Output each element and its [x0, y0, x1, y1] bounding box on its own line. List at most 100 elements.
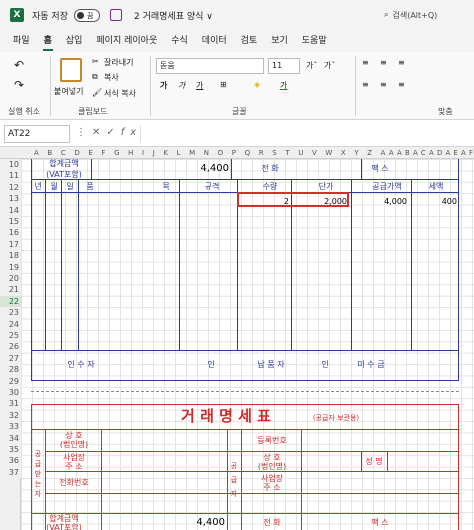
cut-icon[interactable]: ✂ — [92, 57, 99, 66]
row-headers[interactable]: 10 11 12 13 14 15 16 17 18 19 20 21 22 23 24 25 26 27 28 29… — [0, 159, 21, 530]
group-clipboard-label: 클립보드 — [78, 107, 108, 116]
group-undo-label: 실행 취소 — [8, 107, 40, 116]
document-title[interactable]: 2 거래명세표 양식 ∨ — [134, 9, 213, 22]
row-header[interactable]: 31 — [0, 398, 21, 410]
format-painter-button[interactable]: 서식 복사 — [104, 88, 136, 99]
tab-review[interactable]: 검토 — [234, 30, 265, 52]
row-header[interactable]: 33 — [0, 421, 21, 433]
tab-data[interactable]: 데이터 — [195, 30, 234, 52]
row-header[interactable]: 32 — [0, 409, 21, 422]
row-header[interactable]: 37 — [0, 466, 21, 479]
item-tax: 400 — [441, 197, 457, 206]
autosave-toggle[interactable]: 끔 — [73, 8, 100, 22]
cut-button[interactable]: 잘라내기 — [104, 57, 133, 68]
row-header[interactable]: 34 — [0, 432, 21, 444]
header-day: 일 — [66, 182, 74, 191]
row-header[interactable]: 21 — [0, 284, 21, 296]
row-header[interactable]: 14 — [0, 204, 21, 216]
row-header[interactable]: 26 — [0, 341, 21, 353]
row-header[interactable]: 35 — [0, 444, 21, 456]
total-value: 4,400 — [200, 163, 229, 174]
row-header[interactable]: 27 — [0, 352, 21, 365]
header-supply: 공급가액 — [372, 182, 402, 191]
row-header[interactable]: 20 — [0, 273, 21, 285]
italic-button[interactable]: 가 — [178, 80, 185, 91]
row-header[interactable]: 15 — [0, 216, 21, 228]
formula-buttons[interactable]: ⋮✕✓fx — [76, 127, 142, 138]
underline-button[interactable]: 가 — [196, 80, 203, 91]
align-bottom-icon[interactable]: ≡ — [398, 58, 405, 67]
row-header[interactable]: 36 — [0, 455, 21, 467]
tab-file[interactable]: 파일 — [6, 30, 37, 52]
row-header[interactable]: 10 — [0, 159, 21, 171]
bold-button[interactable]: 가 — [160, 80, 167, 91]
bottom-title: 거 래 명 세 표 — [181, 407, 271, 425]
header-item: 품 — [86, 182, 94, 191]
autosave-state: 끔 — [86, 11, 94, 20]
row-header[interactable]: 17 — [0, 238, 21, 251]
borders-icon[interactable]: ⊞ — [220, 80, 227, 89]
person-label: 성 명 — [365, 457, 383, 466]
header-month: 월 — [50, 182, 58, 191]
row-header[interactable]: 25 — [0, 330, 21, 342]
row-header[interactable]: 29 — [0, 375, 21, 387]
search-box[interactable]: ⌕ 검색(Alt+Q) — [384, 6, 474, 24]
font-color-icon[interactable]: 가 — [280, 80, 287, 91]
cell-grid[interactable]: 합계금액 (VAT포함) 4,400 전 화 팩 스 년 월 일 품 목 규격 … — [21, 159, 474, 530]
tab-formulas[interactable]: 수식 — [164, 30, 195, 52]
font-size-select[interactable]: 11 — [268, 58, 300, 74]
group-font-label: 글꼴 — [232, 107, 247, 116]
bottom-phone-no-label: 전화번호 — [59, 478, 89, 487]
header-unit-price: 단가 — [318, 182, 334, 191]
group-alignment-label: 맞춤 — [438, 107, 453, 116]
tab-help[interactable]: 도움말 — [295, 30, 334, 52]
row-header[interactable]: 13 — [0, 193, 21, 205]
align-left-icon[interactable]: ≡ — [362, 80, 369, 89]
bottom-subtitle: (공급자 보관용) — [312, 414, 360, 422]
undo-icon[interactable]: ↶ — [14, 58, 24, 72]
paste-button[interactable]: 붙여넣기 — [54, 86, 83, 97]
tab-insert[interactable]: 삽입 — [59, 30, 90, 52]
deliverer-seal: 인 — [321, 360, 329, 369]
tab-page-layout[interactable]: 페이지 레이아웃 — [89, 30, 164, 52]
redo-icon[interactable]: ↷ — [14, 78, 24, 92]
copy-icon[interactable]: ⧉ — [92, 72, 98, 82]
row-header[interactable]: 24 — [0, 318, 21, 330]
format-painter-icon[interactable]: 🖌 — [92, 88, 102, 97]
formula-input[interactable] — [140, 125, 474, 143]
fill-color-icon[interactable]: ◈ — [254, 80, 260, 89]
excel-logo-icon: X — [10, 8, 24, 22]
align-top-icon[interactable]: ≡ — [362, 58, 369, 67]
row-header[interactable]: 23 — [0, 307, 21, 319]
copy-button[interactable]: 복사 — [104, 72, 119, 83]
row-header[interactable]: 22 — [0, 295, 21, 308]
align-center-icon[interactable]: ≡ — [380, 80, 387, 89]
shrink-font-icon[interactable]: 가ˇ — [324, 60, 335, 71]
receiver-side-label: 공급받는자 — [34, 450, 42, 498]
row-header[interactable]: 19 — [0, 261, 21, 273]
font-name-select[interactable]: 돋움 — [156, 58, 264, 74]
align-right-icon[interactable]: ≡ — [398, 80, 405, 89]
reg-no-label: 등록번호 — [257, 436, 287, 445]
fx-icon[interactable]: fx — [121, 127, 142, 138]
row-header[interactable]: 30 — [0, 387, 21, 399]
row-header[interactable]: 11 — [0, 170, 21, 182]
grow-font-icon[interactable]: 가ˆ — [306, 60, 317, 71]
header-tax: 세액 — [428, 182, 444, 191]
row-header[interactable]: 16 — [0, 227, 21, 239]
ribbon: ↶ ↷ 붙여넣기 ✂ 잘라내기 ⧉ 복사 🖌 서식 복사 돋움 11 가ˆ 가ˇ… — [0, 52, 474, 120]
tab-view[interactable]: 보기 — [264, 30, 295, 52]
search-placeholder: 검색(Alt+Q) — [392, 10, 438, 20]
save-icon[interactable] — [109, 9, 122, 21]
bottom-addr-sublabel: 주 소 — [65, 462, 83, 471]
row-header[interactable]: 18 — [0, 250, 21, 262]
name-box[interactable]: AT22 — [4, 125, 70, 143]
row-header[interactable]: 12 — [0, 181, 21, 194]
paste-icon[interactable] — [60, 58, 82, 82]
receiver-label: 인 수 자 — [67, 360, 95, 369]
align-middle-icon[interactable]: ≡ — [380, 58, 387, 67]
row-header[interactable]: 28 — [0, 364, 21, 376]
bottom-fax-label: 팩 스 — [371, 518, 389, 527]
header-spec: 규격 — [204, 182, 220, 191]
tab-home[interactable]: 홈 — [37, 30, 59, 52]
